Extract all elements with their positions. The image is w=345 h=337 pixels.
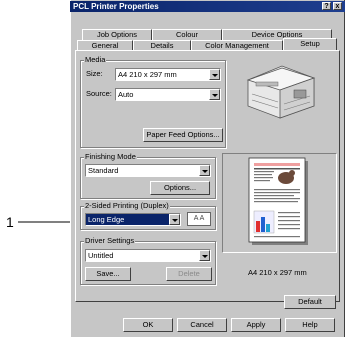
source-value: Auto	[118, 90, 134, 99]
callout-number: 1	[6, 214, 14, 230]
help-icon[interactable]: ?	[322, 2, 331, 10]
duplex-icon-letters: A A	[193, 215, 205, 222]
tab-label: Job Options	[96, 30, 138, 39]
window-title: PCL Printer Properties	[73, 2, 159, 11]
driver-settings-value: Untitled	[88, 251, 114, 260]
tab-label: Colour	[175, 30, 199, 39]
finishing-mode-select[interactable]: Standard	[85, 164, 211, 177]
help-button[interactable]: Help	[285, 318, 335, 332]
tab-label: Details	[150, 41, 174, 50]
page-preview-image	[248, 157, 308, 245]
chevron-down-icon[interactable]	[199, 165, 210, 176]
default-button[interactable]: Default	[284, 295, 336, 309]
title-bar: PCL Printer Properties	[70, 1, 345, 12]
ok-button[interactable]: OK	[123, 318, 173, 332]
driver-settings-select[interactable]: Untitled	[85, 249, 211, 262]
tab-label: General	[91, 41, 119, 50]
save-button[interactable]: Save...	[85, 267, 131, 281]
finishing-options-button[interactable]: Options...	[150, 181, 210, 195]
printer-image	[246, 65, 316, 119]
source-select[interactable]: Auto	[115, 88, 221, 101]
paper-feed-options-button[interactable]: Paper Feed Options...	[143, 128, 223, 142]
finishing-mode-value: Standard	[88, 166, 119, 175]
chevron-down-icon[interactable]	[209, 89, 220, 100]
chevron-down-icon[interactable]	[199, 250, 210, 261]
driver-settings-label: Driver Settings	[84, 236, 136, 245]
apply-button[interactable]: Apply	[231, 318, 281, 332]
tab-job-options[interactable]: Job Options	[82, 29, 152, 40]
source-label: Source:	[86, 89, 112, 98]
media-group-label: Media	[84, 55, 107, 64]
size-value: A4 210 x 297 mm	[118, 70, 177, 79]
finishing-mode-label: Finishing Mode	[84, 152, 137, 161]
duplex-value: Long Edge	[88, 215, 125, 224]
duplex-book-icon: A A	[187, 212, 211, 226]
duplex-label: 2-Sided Printing (Duplex)	[84, 201, 170, 210]
tab-label: Setup	[300, 39, 320, 48]
tab-colour[interactable]: Colour	[152, 29, 222, 40]
size-label: Size:	[86, 69, 103, 78]
delete-button: Delete	[166, 267, 212, 281]
close-icon[interactable]: x	[333, 2, 342, 10]
chevron-down-icon[interactable]	[209, 69, 220, 80]
cancel-button[interactable]: Cancel	[177, 318, 227, 332]
chevron-down-icon[interactable]	[169, 214, 180, 225]
tab-label: Color Management	[205, 41, 269, 50]
duplex-select[interactable]: Long Edge	[85, 213, 181, 226]
size-select[interactable]: A4 210 x 297 mm	[115, 68, 221, 81]
preview-paper-size: A4 210 x 297 mm	[248, 268, 307, 277]
